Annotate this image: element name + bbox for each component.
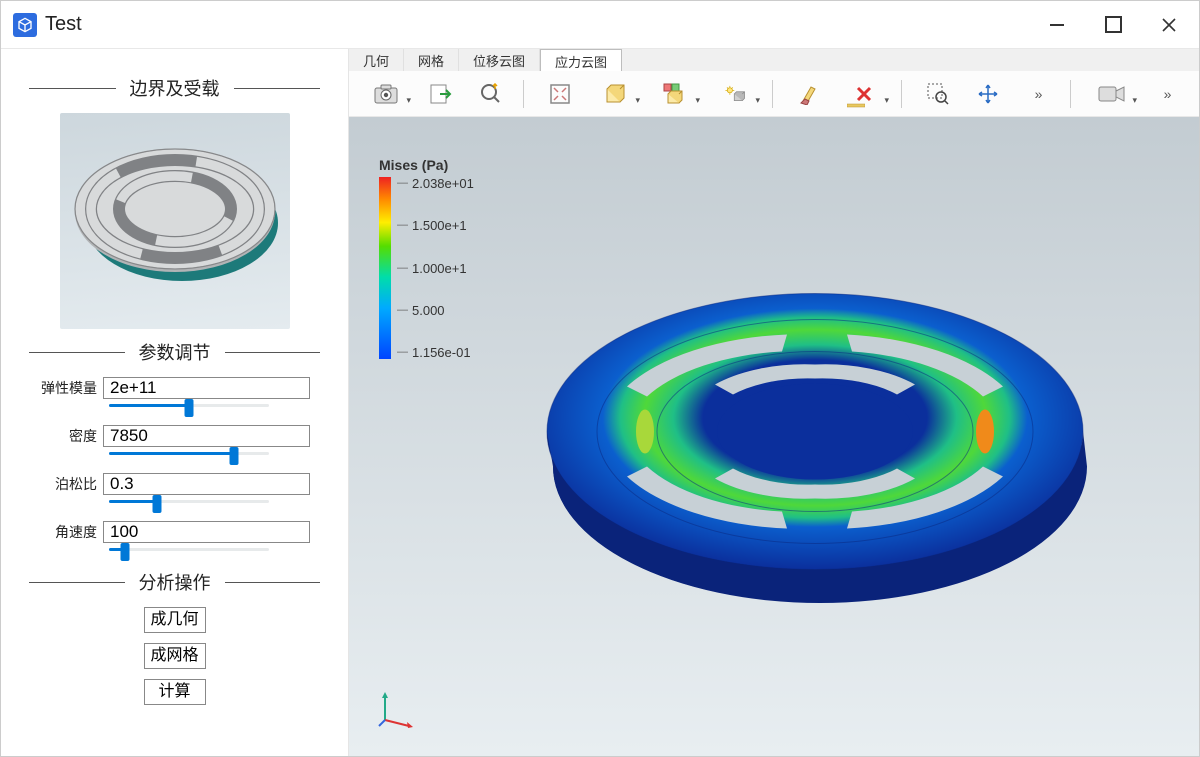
axis-triad — [377, 688, 417, 728]
section-title-analysis: 分析操作 — [29, 569, 320, 595]
tab-displacement[interactable]: 位移云图 — [459, 49, 540, 71]
fit-view-button[interactable] — [536, 76, 584, 112]
close-button[interactable] — [1141, 2, 1197, 48]
section-title-params-label: 参数调节 — [125, 339, 225, 365]
tab-stress[interactable]: 应力云图 — [540, 49, 622, 72]
generate-geometry-button[interactable]: 成几何 — [144, 607, 206, 633]
elastic-modulus-input[interactable]: 2e+11 — [103, 377, 310, 399]
angular-velocity-slider[interactable] — [109, 545, 269, 551]
legend-tick: 5.000 — [397, 304, 474, 317]
density-slider[interactable] — [109, 449, 269, 455]
toolbar-separator — [772, 80, 773, 108]
display-mode-button[interactable]: ▾ — [646, 76, 704, 112]
clear-button[interactable] — [785, 76, 833, 112]
content: 边界及受载 参数调节 — [1, 49, 1199, 756]
params-panel: 弹性模量 2e+11 密度 7850 泊松比 0.3 角速度 — [29, 377, 320, 551]
legend-title: Mises (Pa) — [379, 157, 474, 173]
viewport-3d[interactable]: Mises (Pa) 2.038e+01 1.500e+1 1.000e+1 5… — [349, 117, 1199, 756]
simulation-model — [537, 257, 1097, 642]
titlebar: Test — [1, 1, 1199, 49]
section-title-boundary-label: 边界及受载 — [116, 75, 234, 101]
sidebar: 边界及受载 参数调节 — [1, 49, 348, 756]
section-title-params: 参数调节 — [29, 339, 320, 365]
export-button[interactable] — [417, 76, 465, 112]
param-row-density: 密度 7850 — [39, 425, 310, 447]
tabs: 几何 网格 位移云图 应力云图 — [349, 49, 1199, 71]
color-legend: Mises (Pa) 2.038e+01 1.500e+1 1.000e+1 5… — [379, 157, 474, 359]
pan-button[interactable] — [964, 76, 1012, 112]
toolbar-separator — [523, 80, 524, 108]
legend-tick: 1.000e+1 — [397, 262, 474, 275]
select-zoom-button[interactable] — [914, 76, 962, 112]
lighting-button[interactable]: ▾ — [706, 76, 764, 112]
view-cube-button[interactable]: ▾ — [586, 76, 644, 112]
angular-velocity-label: 角速度 — [39, 522, 103, 542]
legend-ticks: 2.038e+01 1.500e+1 1.000e+1 5.000 1.156e… — [397, 177, 474, 359]
param-row-elastic: 弹性模量 2e+11 — [39, 377, 310, 399]
screenshot-button[interactable]: ▾ — [357, 76, 415, 112]
delete-button[interactable]: ▾ — [835, 76, 893, 112]
minimize-button[interactable] — [1029, 2, 1085, 48]
analysis-ops: 成几何 成网格 计算 — [29, 607, 320, 705]
elastic-modulus-label: 弹性模量 — [39, 378, 103, 398]
model-preview — [60, 113, 290, 329]
elastic-modulus-slider[interactable] — [109, 401, 269, 407]
zoom-tool-button[interactable] — [467, 76, 515, 112]
toolbar-separator — [901, 80, 902, 108]
poisson-input[interactable]: 0.3 — [103, 473, 310, 495]
density-label: 密度 — [39, 426, 103, 446]
toolbar-overflow-2[interactable]: » — [1143, 76, 1191, 112]
titlebar-left: Test — [13, 13, 82, 37]
legend-tick: 2.038e+01 — [397, 177, 474, 190]
angular-velocity-input[interactable]: 100 — [103, 521, 310, 543]
legend-tick: 1.500e+1 — [397, 219, 474, 232]
generate-mesh-button[interactable]: 成网格 — [144, 643, 206, 669]
tab-geometry[interactable]: 几何 — [349, 49, 404, 71]
param-row-angular: 角速度 100 — [39, 521, 310, 543]
color-bar — [379, 177, 391, 359]
poisson-label: 泊松比 — [39, 474, 103, 494]
app-window: Test 边界及受载 — [0, 0, 1200, 757]
compute-button[interactable]: 计算 — [144, 679, 206, 705]
window-controls — [1029, 2, 1197, 48]
main-panel: 几何 网格 位移云图 应力云图 ▾ ▾ ▾ ▾ ▾ — [348, 49, 1199, 756]
section-title-analysis-label: 分析操作 — [125, 569, 225, 595]
window-title: Test — [45, 13, 82, 36]
camera-button[interactable]: ▾ — [1083, 76, 1141, 112]
param-row-poisson: 泊松比 0.3 — [39, 473, 310, 495]
toolbar-separator — [1070, 80, 1071, 108]
density-input[interactable]: 7850 — [103, 425, 310, 447]
toolbar: ▾ ▾ ▾ ▾ ▾ » ▾ » — [349, 71, 1199, 117]
section-title-boundary: 边界及受载 — [29, 75, 320, 101]
tab-mesh[interactable]: 网格 — [404, 49, 459, 71]
poisson-slider[interactable] — [109, 497, 269, 503]
maximize-button[interactable] — [1085, 2, 1141, 48]
app-icon — [13, 13, 37, 37]
legend-tick: 1.156e-01 — [397, 346, 474, 359]
toolbar-overflow-1[interactable]: » — [1014, 76, 1062, 112]
